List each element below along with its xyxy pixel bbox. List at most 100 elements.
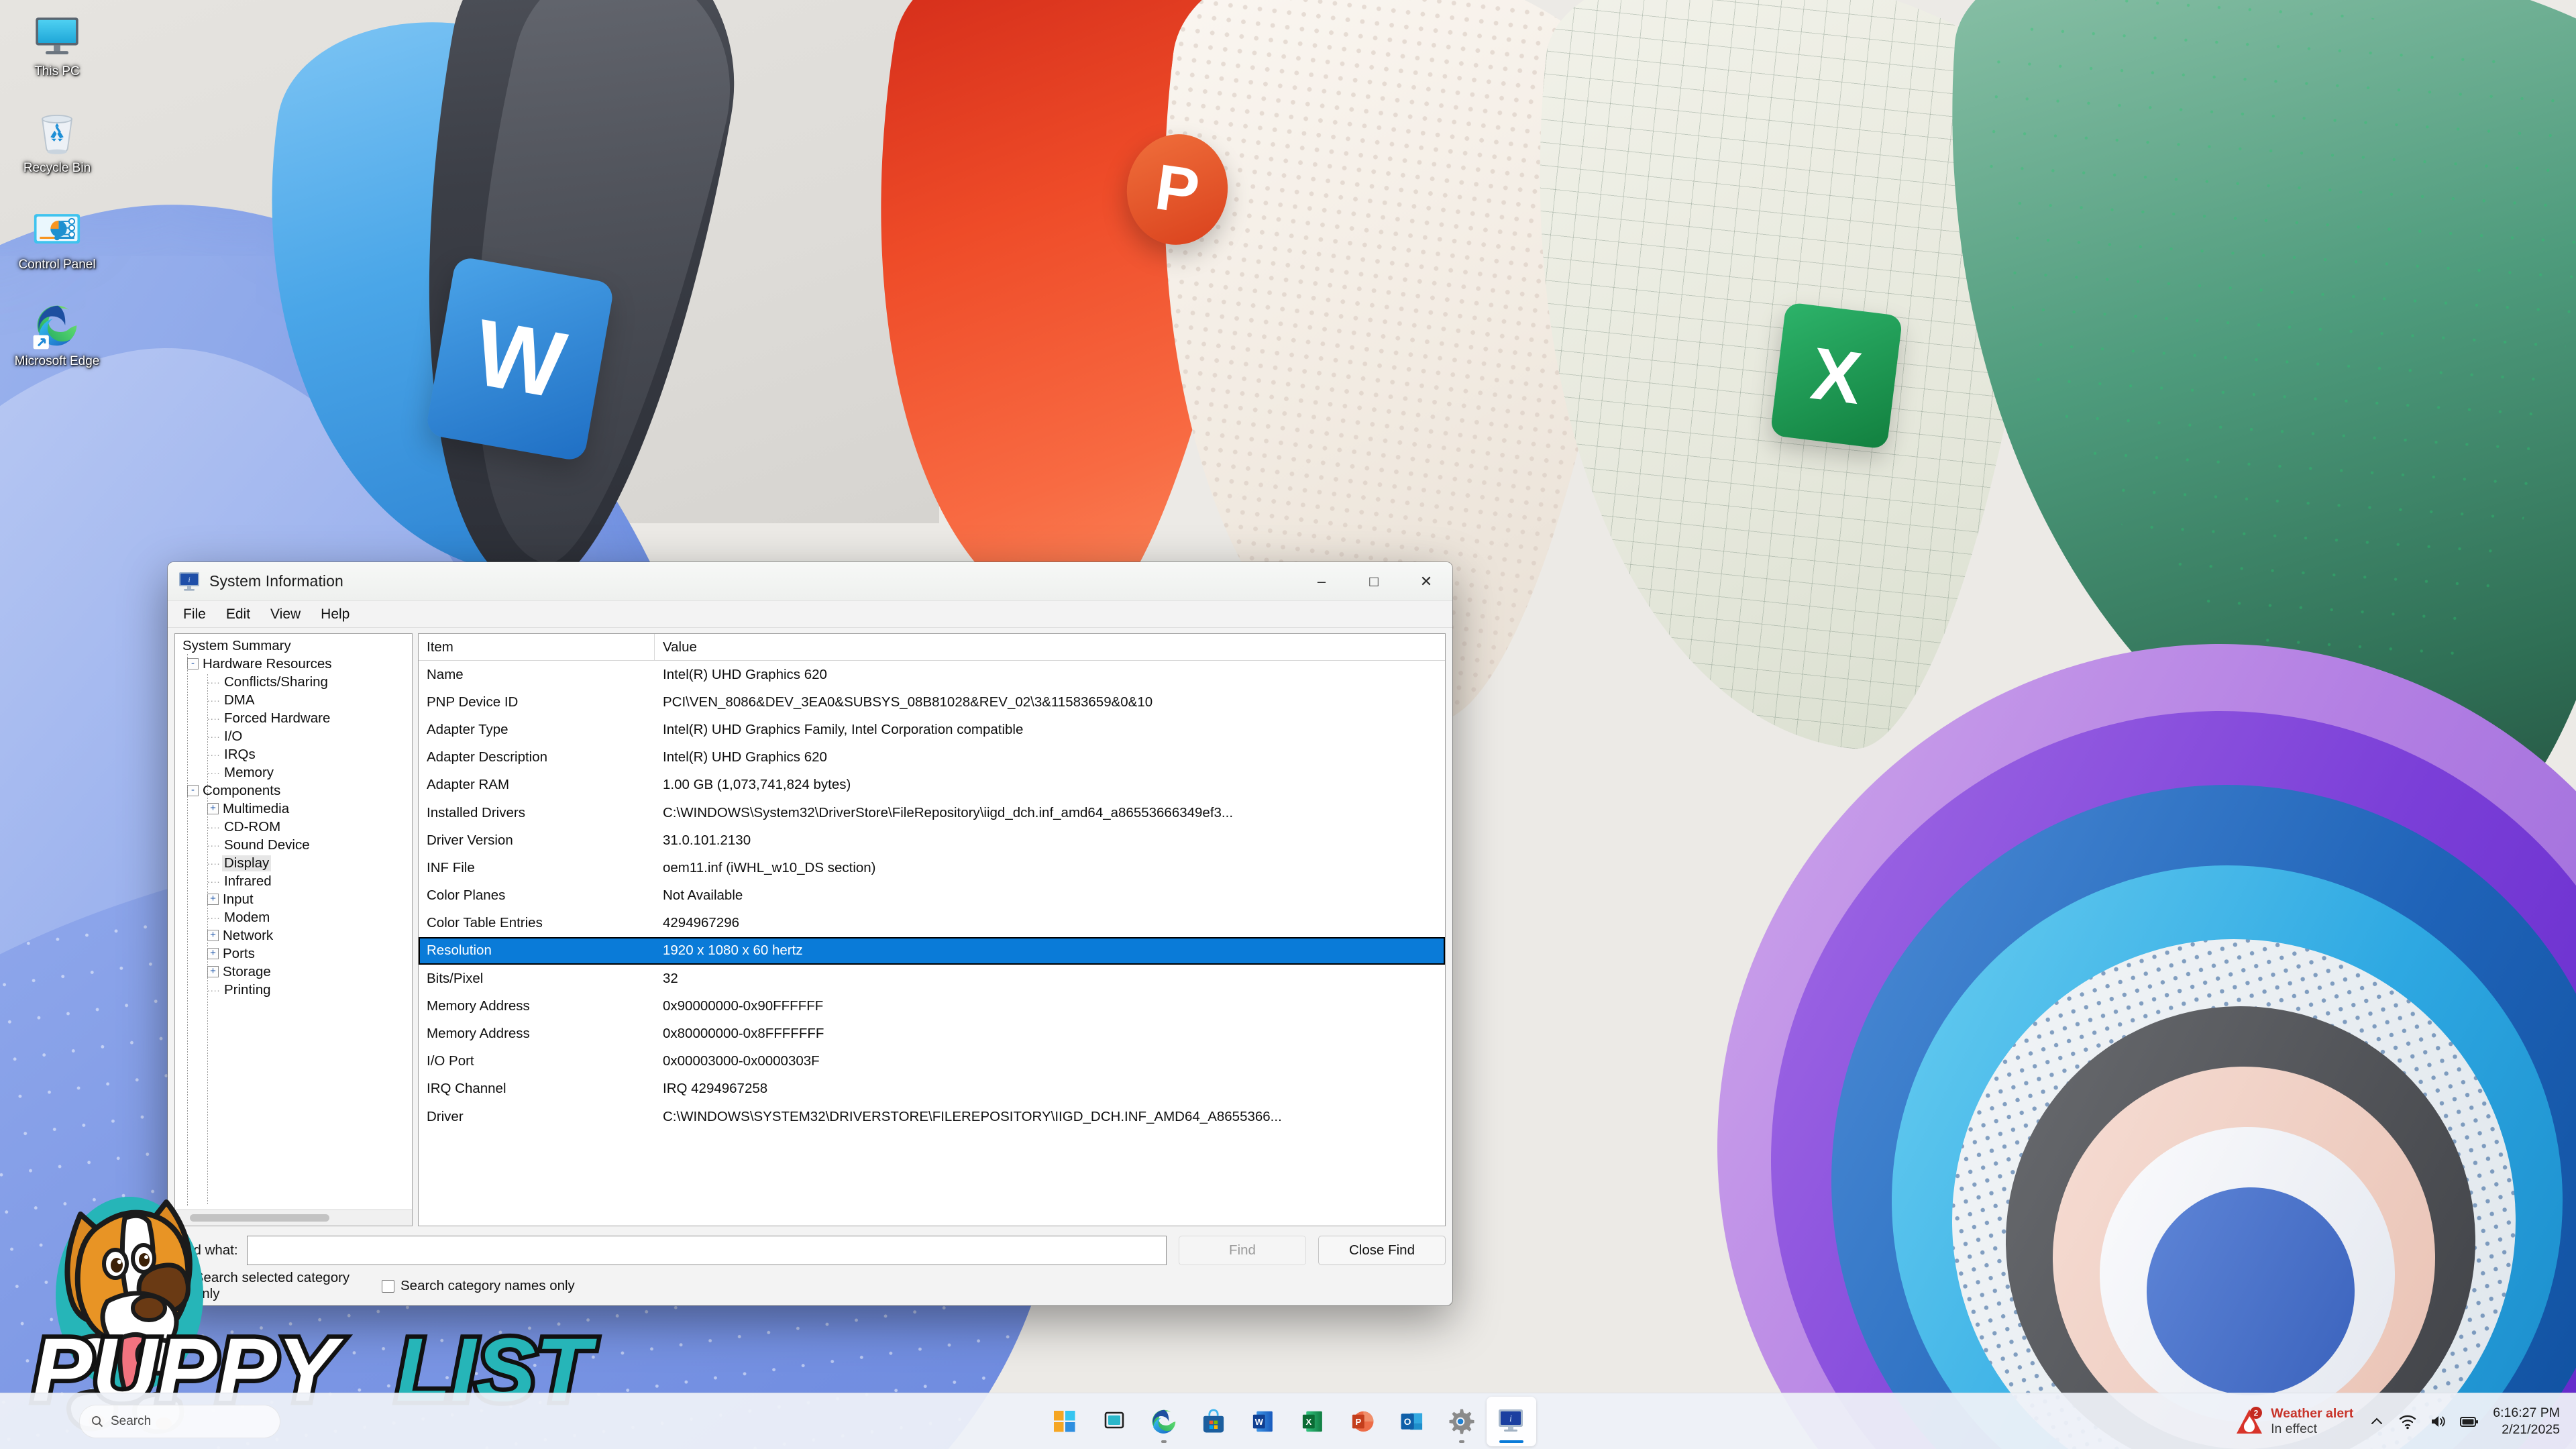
checkbox-box[interactable] xyxy=(176,1279,189,1293)
taskbar-search-box[interactable]: Search xyxy=(79,1404,280,1438)
detail-row[interactable]: Color Table Entries 4294967296 xyxy=(419,910,1445,937)
battery-button[interactable] xyxy=(2454,1403,2485,1440)
detail-row-item: Memory Address xyxy=(427,998,530,1014)
tree-item-label: DMA xyxy=(224,692,255,708)
detail-row[interactable]: Adapter Type Intel(R) UHD Graphics Family… xyxy=(419,716,1445,743)
tree-item-components[interactable]: - Components xyxy=(179,782,412,800)
close-button[interactable]: ✕ xyxy=(1400,562,1452,601)
taskbar-settings-button[interactable] xyxy=(1437,1397,1487,1446)
tree-item-forced-hardware[interactable]: ∙∙∙∙ Forced Hardware xyxy=(179,709,412,727)
taskbar-system-information-button[interactable]: i xyxy=(1487,1396,1536,1446)
expand-toggle-icon[interactable]: + xyxy=(207,948,219,959)
tree-item-label: I/O xyxy=(224,728,243,744)
tree-item-display[interactable]: ∙∙∙∙ Display xyxy=(179,854,412,872)
detail-row[interactable]: IRQ Channel IRQ 4294967258 xyxy=(419,1075,1445,1103)
tree-item-infrared[interactable]: ∙∙∙∙ Infrared xyxy=(179,872,412,890)
tree-item-hardware-resources[interactable]: - Hardware Resources xyxy=(179,655,412,673)
find-input[interactable] xyxy=(247,1236,1167,1265)
expand-toggle-icon[interactable]: + xyxy=(207,930,219,941)
detail-row-item: Adapter Description xyxy=(427,749,548,765)
collapse-toggle-icon[interactable]: - xyxy=(187,785,199,796)
search-category-names-checkbox[interactable]: Search category names only xyxy=(382,1278,575,1294)
maximize-button[interactable]: □ xyxy=(1348,562,1400,601)
detail-row[interactable]: Driver C:\WINDOWS\SYSTEM32\DRIVERSTORE\FI… xyxy=(419,1103,1445,1130)
tree-item-multimedia[interactable]: + Multimedia xyxy=(179,800,412,818)
taskbar-powerpoint-button[interactable]: P xyxy=(1338,1397,1387,1446)
desktop-icon-control-panel[interactable]: Control Panel xyxy=(7,203,107,272)
tree-horizontal-scrollbar[interactable] xyxy=(175,1210,412,1226)
tree-item-label: Components xyxy=(203,782,281,798)
tree-item-sound-device[interactable]: ∙∙∙∙ Sound Device xyxy=(179,836,412,854)
tree-item-network[interactable]: + Network xyxy=(179,926,412,945)
menu-help[interactable]: Help xyxy=(311,603,360,626)
tree-item-dma[interactable]: ∙∙∙∙ DMA xyxy=(179,691,412,709)
tree-item-input[interactable]: + Input xyxy=(179,890,412,908)
detail-row[interactable]: Memory Address 0x90000000-0x90FFFFFF xyxy=(419,992,1445,1020)
tree-item-label: Hardware Resources xyxy=(203,655,332,672)
edge-icon xyxy=(31,299,83,352)
taskbar-edge-button[interactable] xyxy=(1139,1397,1189,1446)
checkbox-box[interactable] xyxy=(382,1279,394,1293)
detail-row[interactable]: Resolution 1920 x 1080 x 60 hertz xyxy=(419,936,1445,965)
detail-row[interactable]: Memory Address 0x80000000-0x8FFFFFFF xyxy=(419,1020,1445,1047)
minimize-button[interactable]: – xyxy=(1295,562,1348,601)
desktop-icon-label: This PC xyxy=(34,64,80,78)
tree-item-label: Printing xyxy=(224,981,271,998)
detail-row[interactable]: Color Planes Not Available xyxy=(419,882,1445,910)
detail-row[interactable]: Bits/Pixel 32 xyxy=(419,965,1445,992)
detail-row[interactable]: PNP Device ID PCI\VEN_8086&DEV_3EA0&SUBSY… xyxy=(419,688,1445,716)
volume-button[interactable] xyxy=(2423,1403,2454,1440)
detail-rows: Name Intel(R) UHD Graphics 620 PNP Device … xyxy=(419,661,1445,1226)
menu-file[interactable]: File xyxy=(173,603,216,626)
detail-row[interactable]: INF File oem11.inf (iWHL_w10_DS section) xyxy=(419,854,1445,881)
network-button[interactable] xyxy=(2392,1403,2423,1440)
window-titlebar[interactable]: i System Information – □ ✕ xyxy=(168,562,1452,601)
search-selected-category-checkbox[interactable]: Search selected category only xyxy=(176,1270,377,1302)
detail-row[interactable]: Name Intel(R) UHD Graphics 620 xyxy=(419,661,1445,688)
detail-row-value: 1.00 GB (1,073,741,824 bytes) xyxy=(663,777,851,793)
tree-item-cd-rom[interactable]: ∙∙∙∙ CD-ROM xyxy=(179,818,412,836)
tree-scrollbar-thumb[interactable] xyxy=(190,1214,329,1222)
column-header-item[interactable]: Item xyxy=(419,634,655,660)
detail-row[interactable]: Installed Drivers C:\WINDOWS\System32\Dri… xyxy=(419,799,1445,826)
detail-row[interactable]: Adapter RAM 1.00 GB (1,073,741,824 bytes) xyxy=(419,771,1445,799)
show-hidden-icons-button[interactable] xyxy=(2361,1403,2392,1440)
weather-alert-widget[interactable]: 2 Weather alert In effect xyxy=(2227,1403,2361,1440)
taskbar-store-button[interactable] xyxy=(1189,1397,1238,1446)
window-title: System Information xyxy=(209,572,343,590)
menu-edit[interactable]: Edit xyxy=(216,603,260,626)
detail-row[interactable]: Driver Version 31.0.101.2130 xyxy=(419,826,1445,854)
collapse-toggle-icon[interactable]: - xyxy=(187,658,199,669)
find-button[interactable]: Find xyxy=(1179,1236,1306,1265)
detail-row-item: INF File xyxy=(427,859,475,875)
tree-item-storage[interactable]: + Storage xyxy=(179,963,412,981)
tree-item-modem[interactable]: ∙∙∙∙ Modem xyxy=(179,908,412,926)
taskbar-excel-button[interactable]: X xyxy=(1288,1397,1338,1446)
taskbar-word-button[interactable]: W xyxy=(1238,1397,1288,1446)
expand-toggle-icon[interactable]: + xyxy=(207,966,219,977)
tree-item-irqs[interactable]: ∙∙∙∙ IRQs xyxy=(179,745,412,763)
taskbar-outlook-button[interactable]: O xyxy=(1387,1397,1437,1446)
tree-item-memory[interactable]: ∙∙∙∙ Memory xyxy=(179,763,412,782)
category-tree-scroll[interactable]: System Summary - Hardware Resources ∙∙∙∙ Con… xyxy=(175,634,412,1210)
tree-item-i-o[interactable]: ∙∙∙∙ I/O xyxy=(179,727,412,745)
detail-row[interactable]: I/O Port 0x00003000-0x0000303F xyxy=(419,1048,1445,1075)
tree-item-conflicts-sharing[interactable]: ∙∙∙∙ Conflicts/Sharing xyxy=(179,673,412,691)
tree-item-label: Memory xyxy=(224,764,274,780)
taskbar-clock[interactable]: 6:16:27 PM 2/21/2025 xyxy=(2485,1405,2567,1438)
close-find-button[interactable]: Close Find xyxy=(1318,1236,1446,1265)
desktop-icon-microsoft-edge[interactable]: Microsoft Edge xyxy=(7,299,107,369)
menu-view[interactable]: View xyxy=(260,603,311,626)
expand-toggle-icon[interactable]: + xyxy=(207,894,219,905)
tree-item-printing[interactable]: ∙∙∙∙ Printing xyxy=(179,981,412,999)
expand-toggle-icon[interactable]: + xyxy=(207,803,219,814)
tree-item-ports[interactable]: + Ports xyxy=(179,945,412,963)
task-view-button[interactable] xyxy=(1089,1397,1139,1446)
column-header-value[interactable]: Value xyxy=(655,634,1445,660)
desktop-icon-this-pc[interactable]: This PC xyxy=(7,9,107,79)
desktop-icon-recycle-bin[interactable]: Recycle Bin xyxy=(7,106,107,176)
tree-branch-line: ∙∙∙∙ xyxy=(207,712,221,724)
start-button[interactable] xyxy=(1040,1397,1089,1446)
detail-row[interactable]: Adapter Description Intel(R) UHD Graphics… xyxy=(419,744,1445,771)
tree-item-system-summary[interactable]: System Summary xyxy=(179,637,412,655)
